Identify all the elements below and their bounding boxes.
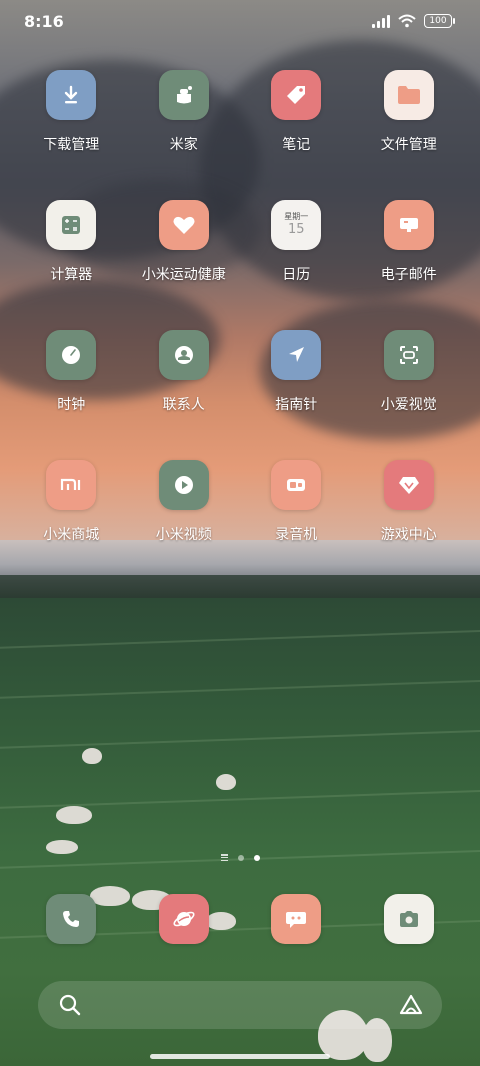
- search-bar[interactable]: [38, 981, 442, 1029]
- app-label: 小米商城: [43, 527, 100, 543]
- app-label: 录音机: [275, 527, 318, 543]
- app-file-manager[interactable]: 文件管理: [353, 70, 466, 178]
- app-label: 笔记: [282, 137, 311, 153]
- app-mihome[interactable]: 米家: [128, 70, 241, 178]
- browser-icon: [158, 894, 209, 944]
- app-compass[interactable]: 指南针: [240, 330, 353, 438]
- app-email[interactable]: 电子邮件: [353, 200, 466, 308]
- app-label: 小米运动健康: [141, 267, 226, 283]
- app-label: 文件管理: [380, 137, 437, 153]
- calculator-icon: [46, 200, 97, 250]
- app-notes[interactable]: 笔记: [240, 70, 353, 178]
- status-time: 8:16: [24, 12, 64, 31]
- diamond-icon: [383, 460, 434, 510]
- app-clock[interactable]: 时钟: [15, 330, 128, 438]
- dock-phone[interactable]: [15, 894, 128, 944]
- dock-camera[interactable]: [353, 894, 466, 944]
- signal-icon: [372, 14, 390, 28]
- sheep: [82, 748, 102, 764]
- page-dot[interactable]: [237, 854, 244, 861]
- page-indicator[interactable]: [0, 854, 480, 861]
- app-label: 电子邮件: [380, 267, 437, 283]
- app-mi-fitness[interactable]: 小米运动健康: [128, 200, 241, 308]
- status-bar: 8:16 100: [0, 0, 480, 44]
- scan-icon: [383, 330, 434, 380]
- app-mi-store[interactable]: 小米商城: [15, 460, 128, 568]
- folder-icon: [383, 70, 434, 120]
- download-icon: [46, 70, 97, 120]
- app-label: 计算器: [50, 267, 93, 283]
- app-calculator[interactable]: 计算器: [15, 200, 128, 308]
- app-mi-video[interactable]: 小米视频: [128, 460, 241, 568]
- page-dot-active[interactable]: [253, 854, 260, 861]
- messages-icon: [271, 894, 322, 944]
- recorder-icon: [271, 460, 322, 510]
- app-label: 小米视频: [155, 527, 212, 543]
- mi-store-icon: [46, 460, 97, 510]
- wifi-icon: [398, 14, 416, 28]
- phone-icon: [46, 894, 97, 944]
- camera-icon: [383, 894, 434, 944]
- app-calendar[interactable]: 星期一 15 日历: [240, 200, 353, 308]
- calendar-icon: 星期一 15: [271, 200, 322, 250]
- shoreline: [0, 575, 480, 600]
- dock-messages[interactable]: [240, 894, 353, 944]
- sheep: [56, 806, 92, 824]
- sheep: [46, 840, 78, 854]
- clock-icon: [46, 330, 97, 380]
- app-label: 游戏中心: [380, 527, 437, 543]
- app-grid: 下载管理 米家 笔记 文件管理 计算器 小米运动健康 星期一 15 日历 电子邮…: [15, 70, 465, 568]
- app-label: 指南针: [275, 397, 318, 413]
- mihome-icon: [158, 70, 209, 120]
- app-download-manager[interactable]: 下载管理: [15, 70, 128, 178]
- app-label: 日历: [282, 267, 311, 283]
- app-game-center[interactable]: 游戏中心: [353, 460, 466, 568]
- tag-icon: [271, 70, 322, 120]
- dock: [15, 894, 465, 944]
- calendar-weekday: 星期一: [284, 212, 309, 221]
- app-contacts[interactable]: 联系人: [128, 330, 241, 438]
- home-indicator[interactable]: [150, 1054, 330, 1059]
- page-list-icon[interactable]: [220, 854, 228, 861]
- battery-icon: 100: [424, 14, 455, 28]
- search-icon[interactable]: [58, 993, 82, 1017]
- app-recorder[interactable]: 录音机: [240, 460, 353, 568]
- heart-icon: [158, 200, 209, 250]
- calendar-day: 15: [287, 222, 305, 237]
- dock-browser[interactable]: [128, 894, 241, 944]
- contact-icon: [158, 330, 209, 380]
- app-xiaoai-vision[interactable]: 小爱视觉: [353, 330, 466, 438]
- app-label: 小爱视觉: [380, 397, 437, 413]
- mail-icon: [383, 200, 434, 250]
- play-icon: [158, 460, 209, 510]
- app-label: 时钟: [57, 397, 86, 413]
- app-label: 米家: [169, 137, 198, 153]
- assistant-icon[interactable]: [398, 993, 424, 1017]
- app-label: 联系人: [162, 397, 205, 413]
- sheep: [216, 774, 236, 790]
- app-label: 下载管理: [43, 137, 100, 153]
- compass-icon: [271, 330, 322, 380]
